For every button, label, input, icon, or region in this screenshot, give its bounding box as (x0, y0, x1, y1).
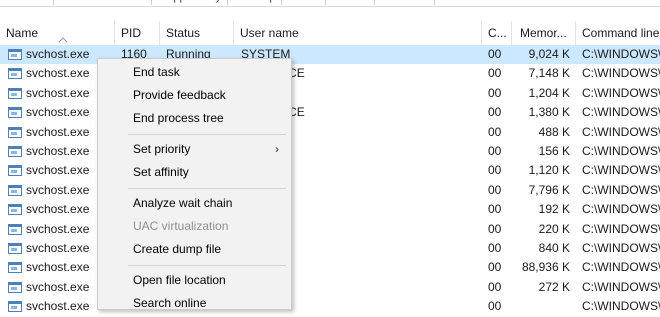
tab-processes[interactable]: Processes (0, 0, 55, 5)
cell-cpu: 00 (488, 279, 502, 294)
menu-item-label: End task (133, 65, 180, 79)
column-header-memory[interactable]: Memor... (512, 21, 576, 45)
menu-item-label: Provide feedback (133, 88, 226, 102)
cell-cpu: 00 (488, 85, 502, 100)
menu-item-set-priority[interactable]: Set priority › (98, 138, 291, 160)
cell-memory: 1,204 K (528, 85, 570, 100)
cell-command: C:\WINDOWS\ (582, 299, 660, 314)
tab-users[interactable]: Users (284, 0, 326, 5)
menu-item-search-online[interactable]: Search online (98, 292, 291, 310)
cell-memory (512, 297, 570, 316)
cell-cpu: 00 (488, 47, 502, 61)
cell-command: C:\WINDOWS\ (582, 105, 660, 120)
menu-item-uac-virtualization: UAC virtualization (98, 215, 291, 237)
cell-command: C:\WINDOWS\ (582, 221, 660, 236)
cell-cpu: 00 (488, 260, 502, 275)
cell-memory: 220 K (538, 221, 570, 236)
cell-memory: 156 K (538, 144, 570, 158)
cell-command: C:\WINDOWS\ (582, 182, 660, 197)
process-window-icon (8, 223, 22, 235)
cell-command: C:\WINDOWS\ (582, 260, 660, 275)
menu-item-provide-feedback[interactable]: Provide feedback (98, 84, 291, 106)
cell-cpu: 00 (488, 105, 502, 120)
cell-cpu: 00 (488, 66, 502, 81)
column-header: Name PID Status User name C... Memor... … (0, 21, 660, 46)
tab-services[interactable]: Services (380, 0, 436, 5)
sort-ascending-icon (58, 37, 68, 43)
process-window-icon (8, 146, 22, 157)
menu-item-label: End process tree (133, 111, 224, 125)
menu-item-set-affinity[interactable]: Set affinity (98, 161, 291, 183)
process-window-icon (8, 87, 22, 99)
menu-separator (128, 265, 286, 266)
cell-command: C:\WINDOWS\ (582, 85, 660, 100)
cell-command: C:\WINDOWS\ (582, 163, 660, 178)
context-menu: End task Provide feedback End process tree… (97, 58, 292, 310)
menu-item-label: Create dump file (133, 242, 222, 256)
cell-memory: 9,024 K (528, 47, 570, 61)
cell-memory: 272 K (538, 279, 570, 294)
process-window-icon (8, 107, 22, 119)
process-window-icon (8, 184, 22, 196)
process-window-icon (8, 204, 22, 216)
cell-command: C:\WINDOWS\ (582, 144, 660, 158)
tab-details[interactable]: Details (328, 0, 375, 5)
cell-memory: 7,796 K (528, 182, 570, 197)
process-window-icon (8, 49, 22, 60)
process-window-icon (8, 301, 22, 313)
tab-app-history[interactable]: App history (160, 0, 229, 5)
column-header-pid[interactable]: PID (115, 21, 160, 45)
chevron-right-icon: › (275, 142, 279, 156)
tab-strip: Processes Performance App history StartupUs… (0, 0, 660, 7)
menu-item-label: Open file location (133, 273, 226, 287)
cell-memory: 192 K (538, 202, 570, 217)
process-window-icon (8, 126, 22, 138)
menu-item-analyze-wait-chain[interactable]: Analyze wait chain (98, 192, 291, 214)
process-window-icon (8, 262, 22, 274)
cell-cpu: 00 (488, 221, 502, 236)
process-window-icon (8, 281, 22, 293)
menu-separator (128, 188, 286, 189)
menu-item-label: UAC virtualization (133, 219, 229, 233)
process-window-icon (8, 243, 22, 254)
process-window-icon (8, 68, 22, 80)
cell-memory: 488 K (538, 124, 570, 139)
cell-cpu: 00 (488, 144, 502, 158)
cell-cpu: 00 (488, 124, 502, 139)
column-header-user[interactable]: User name (234, 21, 482, 45)
tab-performance[interactable]: Performance (76, 0, 152, 5)
cell-cpu: 00 (488, 241, 502, 255)
menu-separator (128, 134, 286, 135)
cell-cpu: 00 (488, 182, 502, 197)
cell-memory: 88,936 K (521, 260, 570, 275)
menu-item-end-task[interactable]: End task (98, 61, 291, 83)
menu-item-label: Set affinity (133, 165, 189, 179)
menu-item-end-process-tree[interactable]: End process tree (98, 107, 291, 129)
column-header-cpu[interactable]: C... (482, 21, 512, 45)
cell-memory: 7,148 K (528, 66, 570, 81)
cell-command: C:\WINDOWS\ (582, 124, 660, 139)
process-window-icon (8, 165, 22, 177)
cell-cpu: 00 (488, 163, 502, 178)
cell-command: C:\WINDOWS\ (582, 66, 660, 81)
menu-item-label: Search online (133, 296, 207, 310)
column-header-command-line[interactable]: Command line (576, 21, 660, 45)
menu-item-open-file-location[interactable]: Open file location (98, 269, 291, 291)
cell-cpu: 00 (488, 202, 502, 217)
cell-command: C:\WINDOWS\ (582, 47, 660, 61)
menu-item-label: Set priority (133, 142, 191, 156)
cell-command: C:\WINDOWS\ (582, 279, 660, 294)
cell-command: C:\WINDOWS\ (582, 241, 660, 255)
tab-startup[interactable]: Startup (234, 0, 283, 5)
cell-command: C:\WINDOWS\ (582, 202, 660, 217)
cell-memory: 1,380 K (528, 105, 570, 120)
cell-memory: 1,120 K (528, 163, 570, 178)
column-header-status[interactable]: Status (160, 21, 234, 45)
menu-item-label: Analyze wait chain (133, 196, 233, 210)
cell-cpu: 00 (488, 299, 502, 314)
cell-memory: 840 K (538, 241, 570, 255)
menu-item-create-dump-file[interactable]: Create dump file (98, 238, 291, 260)
